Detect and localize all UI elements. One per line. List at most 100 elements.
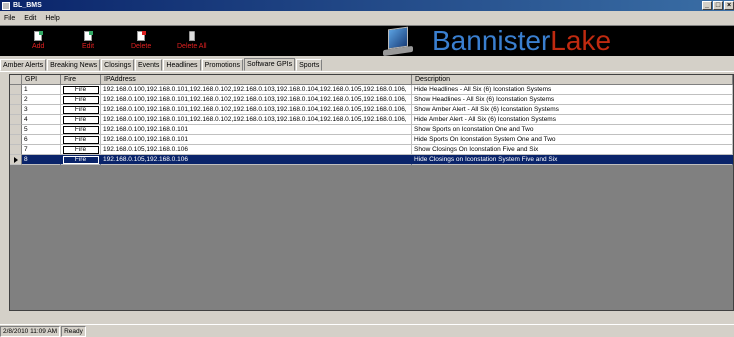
cell-gpi[interactable]: 4 xyxy=(22,115,61,125)
add-button[interactable]: Add xyxy=(32,31,44,50)
row-selector[interactable] xyxy=(10,85,22,95)
cell-gpi[interactable]: 2 xyxy=(22,95,61,105)
add-icon xyxy=(34,31,44,41)
cell-ipaddress[interactable]: 192.168.0.100,192.168.0.101,192.168.0.10… xyxy=(101,85,412,95)
cell-description[interactable]: Show Sports on Iconstation One and Two xyxy=(412,125,733,135)
gpi-grid[interactable]: GPI Fire IPAddress Description 1 Fire 192.… xyxy=(9,74,734,311)
cell-description[interactable]: Show Amber Alert - All Six (6) Iconstati… xyxy=(412,105,733,115)
trash-icon xyxy=(188,31,195,41)
cell-ipaddress[interactable]: 192.168.0.100,192.168.0.101,192.168.0.10… xyxy=(101,105,412,115)
table-row[interactable]: 5 Fire 192.168.0.100,192.168.0.101 Show Spo… xyxy=(10,125,733,135)
row-selector-header xyxy=(10,75,22,85)
menu-edit[interactable]: Edit xyxy=(24,15,36,22)
cell-description[interactable]: Show Closings On Iconstation Five and Si… xyxy=(412,145,733,155)
cell-ipaddress[interactable]: 192.168.0.100,192.168.0.101 xyxy=(101,125,412,135)
cell-ipaddress[interactable]: 192.168.0.100,192.168.0.101,192.168.0.10… xyxy=(101,115,412,125)
close-button[interactable]: × xyxy=(724,1,734,10)
table-row[interactable]: 7 Fire 192.168.0.105,192.168.0.106 Show Clo… xyxy=(10,145,733,155)
cell-fire: Fire xyxy=(61,85,101,95)
row-selector[interactable] xyxy=(10,155,22,165)
app-icon xyxy=(2,1,10,10)
title-bar: BL_BMS _ □ × xyxy=(0,0,734,11)
cell-description[interactable]: Hide Headlines - All Six (6) Iconstation… xyxy=(412,85,733,95)
table-row[interactable]: 1 Fire 192.168.0.100,192.168.0.101,192.168… xyxy=(10,85,733,95)
cell-fire: Fire xyxy=(61,95,101,105)
bannister-lake-logo: BannisterLake xyxy=(382,26,652,56)
cell-fire: Fire xyxy=(61,105,101,115)
cell-description[interactable]: Hide Amber Alert - All Six (6) Iconstati… xyxy=(412,115,733,125)
tab-events[interactable]: Events xyxy=(135,59,163,71)
cell-description[interactable]: Hide Closings on Iconstation System Five… xyxy=(412,155,733,165)
delete-button[interactable]: Delete xyxy=(131,31,151,50)
fire-button[interactable]: Fire xyxy=(62,105,99,114)
fire-button[interactable]: Fire xyxy=(62,155,99,164)
fire-button[interactable]: Fire xyxy=(62,145,99,154)
cell-gpi[interactable]: 1 xyxy=(22,85,61,95)
table-row[interactable]: 2 Fire 192.168.0.100,192.168.0.101,192.168… xyxy=(10,95,733,105)
fire-button[interactable]: Fire xyxy=(62,95,99,104)
cell-gpi[interactable]: 6 xyxy=(22,135,61,145)
cell-gpi[interactable]: 3 xyxy=(22,105,61,115)
status-state: Ready xyxy=(61,326,86,337)
cell-ipaddress[interactable]: 192.168.0.100,192.168.0.101 xyxy=(101,135,412,145)
delete-all-label: Delete All xyxy=(177,43,207,50)
fire-button[interactable]: Fire xyxy=(62,135,99,144)
add-label: Add xyxy=(32,43,45,50)
tab-software-gpis[interactable]: Software GPIs xyxy=(243,58,296,71)
fire-button[interactable]: Fire xyxy=(62,115,99,124)
row-selector[interactable] xyxy=(10,135,22,145)
status-datetime: 2/8/2010 11:09 AM xyxy=(0,326,61,337)
cell-ipaddress[interactable]: 192.168.0.105,192.168.0.106 xyxy=(101,145,412,155)
menu-help[interactable]: Help xyxy=(45,15,59,22)
cell-description[interactable]: Hide Sports On Iconstation System One an… xyxy=(412,135,733,145)
status-bar: 2/8/2010 11:09 AM Ready xyxy=(0,324,734,337)
column-header-ipaddress[interactable]: IPAddress xyxy=(101,75,412,85)
table-row[interactable]: 4 Fire 192.168.0.100,192.168.0.101,192.168… xyxy=(10,115,733,125)
logo-text-lake: Lake xyxy=(550,25,612,56)
menu-bar: File Edit Help xyxy=(0,11,734,25)
fire-button[interactable]: Fire xyxy=(62,85,99,94)
tab-closings[interactable]: Closings xyxy=(101,59,135,71)
edit-button[interactable]: Edit xyxy=(82,31,94,50)
cell-gpi[interactable]: 7 xyxy=(22,145,61,155)
cell-fire: Fire xyxy=(61,145,101,155)
cell-fire: Fire xyxy=(61,115,101,125)
cell-gpi[interactable]: 8 xyxy=(22,155,61,165)
table-row[interactable]: 6 Fire 192.168.0.100,192.168.0.101 Hide Spo… xyxy=(10,135,733,145)
cell-fire: Fire xyxy=(61,125,101,135)
delete-label: Delete xyxy=(131,43,152,50)
logo-text-bannister: Bannister xyxy=(432,25,551,56)
row-selector[interactable] xyxy=(10,95,22,105)
cell-fire: Fire xyxy=(61,155,101,165)
table-row[interactable]: 8 Fire 192.168.0.105,192.168.0.106 Hide Clo… xyxy=(10,155,733,165)
tab-promotions[interactable]: Promotions xyxy=(201,59,243,71)
delete-icon xyxy=(137,31,147,41)
maximize-button[interactable]: □ xyxy=(713,1,723,10)
column-header-gpi[interactable]: GPI xyxy=(22,75,61,85)
tab-sports[interactable]: Sports xyxy=(296,59,323,71)
column-header-description[interactable]: Description xyxy=(412,75,733,85)
current-row-arrow-icon xyxy=(14,157,18,163)
window-title: BL_BMS xyxy=(13,2,42,9)
cell-ipaddress[interactable]: 192.168.0.100,192.168.0.101,192.168.0.10… xyxy=(101,95,412,105)
tv-monitor-icon xyxy=(388,26,408,50)
tab-headlines[interactable]: Headlines xyxy=(163,59,201,71)
grid-header: GPI Fire IPAddress Description xyxy=(10,75,733,85)
delete-all-button[interactable]: Delete All xyxy=(177,31,207,50)
column-header-fire[interactable]: Fire xyxy=(61,75,101,85)
row-selector[interactable] xyxy=(10,125,22,135)
row-selector[interactable] xyxy=(10,145,22,155)
tab-divider xyxy=(0,71,734,72)
cell-ipaddress[interactable]: 192.168.0.105,192.168.0.106 xyxy=(101,155,412,165)
fire-button[interactable]: Fire xyxy=(62,125,99,134)
row-selector[interactable] xyxy=(10,115,22,125)
cell-description[interactable]: Show Headlines - All Six (6) Iconstation… xyxy=(412,95,733,105)
menu-file[interactable]: File xyxy=(4,15,15,22)
table-row[interactable]: 3 Fire 192.168.0.100,192.168.0.101,192.168… xyxy=(10,105,733,115)
tab-amber-alerts[interactable]: Amber Alerts xyxy=(0,59,47,71)
tab-breaking-news[interactable]: Breaking News xyxy=(47,59,101,71)
window-controls: _ □ × xyxy=(702,1,734,10)
row-selector[interactable] xyxy=(10,105,22,115)
minimize-button[interactable]: _ xyxy=(702,1,712,10)
cell-gpi[interactable]: 5 xyxy=(22,125,61,135)
